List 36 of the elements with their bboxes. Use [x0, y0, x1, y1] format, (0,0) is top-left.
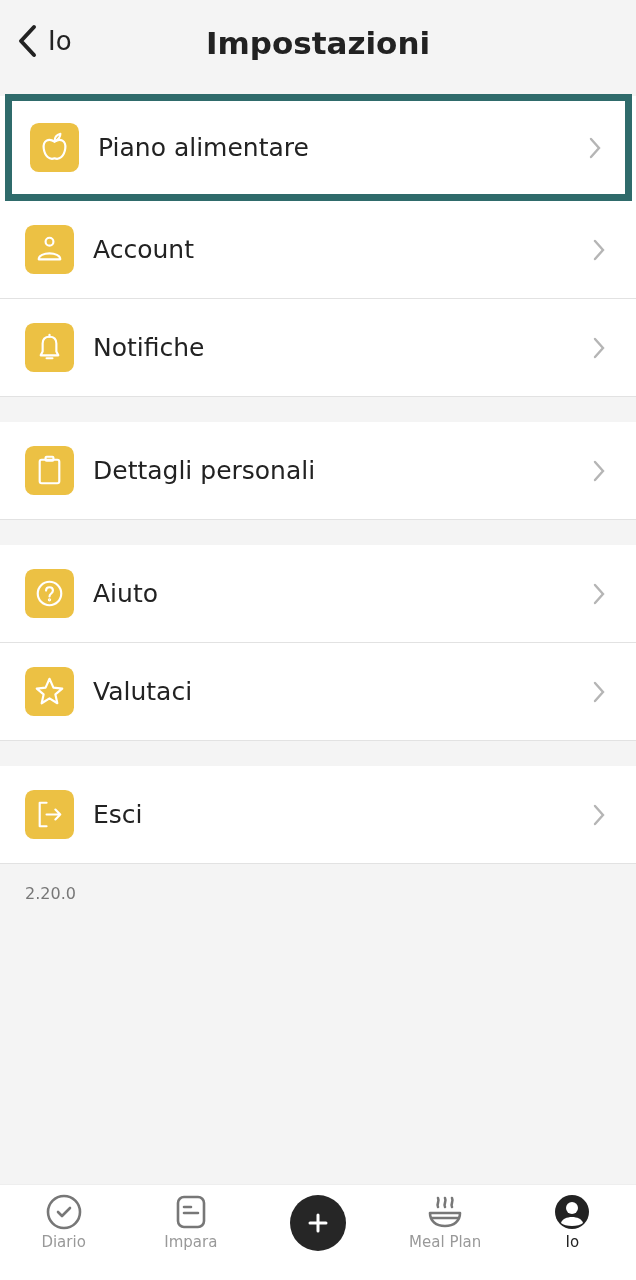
item-label: Piano alimentare [98, 133, 310, 162]
version-text: 2.20.0 [24, 883, 77, 905]
logout-icon [25, 790, 74, 839]
help-icon [25, 569, 74, 618]
plus-icon [308, 1213, 328, 1233]
chevron-icon [592, 802, 606, 827]
person-icon [25, 225, 74, 274]
back-icon [16, 24, 38, 58]
item-label: Valutaci [93, 677, 194, 706]
settings-item[interactable]: Notifiche [0, 299, 636, 397]
item-label: Dettagli personali [93, 456, 317, 485]
settings-item[interactable]: Piano alimentare [5, 94, 632, 201]
check-circle-icon [44, 1193, 83, 1231]
settings-item[interactable]: Esci [0, 766, 636, 864]
nav-tab[interactable]: Io [508, 1185, 636, 1280]
chevron-icon [592, 237, 606, 262]
profile-icon [553, 1193, 592, 1231]
chevron-icon [592, 335, 606, 360]
settings-item[interactable]: Account [0, 201, 636, 299]
settings-item[interactable]: Aiuto [0, 545, 636, 643]
chevron-icon [588, 135, 602, 160]
item-label: Notifiche [93, 333, 206, 362]
clipboard-icon [25, 446, 74, 495]
page-title: Impostazioni [205, 25, 431, 61]
add-button[interactable] [290, 1195, 346, 1251]
back-button[interactable]: Io [16, 24, 72, 58]
settings-item[interactable]: Dettagli personali [0, 422, 636, 520]
item-label: Account [93, 235, 195, 264]
item-label: Esci [93, 800, 144, 829]
settings-item[interactable]: Valutaci [0, 643, 636, 741]
chevron-icon [592, 581, 606, 606]
bell-icon [25, 323, 74, 372]
chevron-icon [592, 679, 606, 704]
apple-icon [30, 123, 79, 172]
chevron-icon [592, 458, 606, 483]
item-label: Aiuto [93, 579, 159, 608]
